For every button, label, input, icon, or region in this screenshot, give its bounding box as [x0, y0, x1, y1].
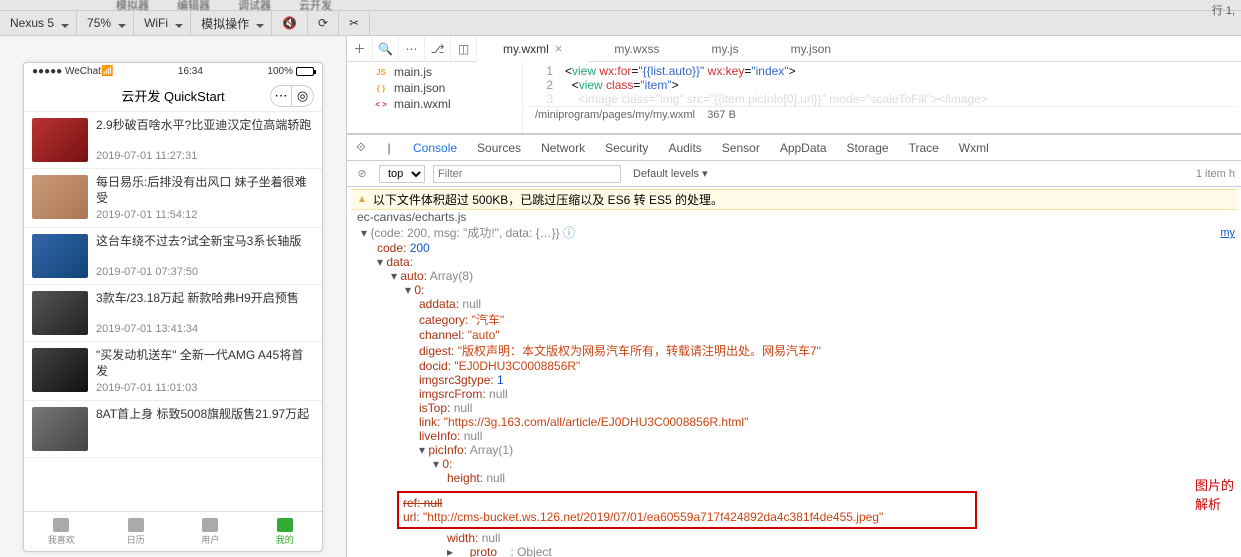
network-select[interactable]: WiFi — [134, 11, 191, 35]
tab-bar: 我喜欢日历用户我的 — [24, 511, 322, 551]
editor-tab[interactable]: my.js — [685, 36, 764, 61]
simulator-panel: ●●●●● WeChat📶 16:34 100% 云开发 QuickStart … — [0, 36, 346, 557]
devtools-tab[interactable]: Sensor — [712, 141, 770, 155]
console-warning: 以下文件体积超过 500KB，已跳过压缩以及 ES6 转 ES5 的处理。 — [351, 189, 1237, 210]
feed-time: 2019-07-01 11:54:12 — [96, 209, 314, 221]
top-menu-row-1: 模拟器编辑器调试器云开发 — [0, 0, 1241, 10]
thumbnail — [32, 291, 88, 335]
mini-navbar: 云开发 QuickStart ⋯ ◎ — [24, 80, 322, 112]
context-select[interactable]: top — [379, 165, 425, 183]
feed-list[interactable]: 2.9秒破百啥水平?比亚迪汉定位高端轿跑 2019-07-01 11:27:31… — [24, 112, 322, 511]
file-badge: < > — [373, 100, 389, 109]
sim-toolbar: Nexus 5 75% WiFi 模拟操作 🔇 ⟳ ✂ — [0, 10, 1241, 36]
tabbar-item[interactable]: 日历 — [99, 512, 174, 551]
console-toolbar: ⊘ top Default levels ▾ 1 item h — [347, 161, 1241, 187]
status-bar: ●●●●● WeChat📶 16:34 100% — [24, 63, 322, 80]
tab-icon — [202, 518, 218, 532]
devtools-tab[interactable]: Security — [595, 141, 658, 155]
mute-icon[interactable]: 🔇 — [272, 11, 308, 35]
inspect-icon[interactable]: ⟐ — [347, 140, 375, 155]
branch-icon[interactable]: ⎇ — [425, 36, 451, 62]
device-select[interactable]: Nexus 5 — [0, 11, 77, 35]
tabbar-item[interactable]: 我的 — [248, 512, 323, 551]
feed-item[interactable]: 每日易乐:后排没有出风口 妹子坐着很难受 2019-07-01 11:54:12 — [24, 169, 322, 228]
tab-icon — [128, 518, 144, 532]
feed-item[interactable]: 8AT首上身 标致5008旗舰版售21.97万起 — [24, 401, 322, 458]
code-editor[interactable]: 1<view wx:for="{{list.auto}}" wx:key="in… — [523, 62, 1241, 133]
file-badge: JS — [373, 68, 389, 77]
devtools-tab[interactable]: Trace — [899, 141, 949, 155]
feed-time: 2019-07-01 11:27:31 — [96, 150, 311, 162]
tabbar-item[interactable]: 用户 — [173, 512, 248, 551]
rotate-icon[interactable]: ⟳ — [308, 11, 339, 35]
devtools-tab[interactable]: Storage — [837, 141, 899, 155]
feed-time: 2019-07-01 11:01:03 — [96, 382, 314, 394]
tab-icon — [53, 518, 69, 532]
save-icon[interactable]: ⋯ — [399, 36, 425, 62]
file-badge: { } — [373, 84, 389, 93]
devtools-tab[interactable]: Wxml — [949, 141, 999, 155]
file-tree-item[interactable]: < >main.wxml — [351, 96, 518, 112]
annotation-label: 图片的解析 — [1195, 475, 1241, 513]
devtools-tab[interactable]: Console — [403, 141, 467, 155]
hidden-count: 1 item h — [1196, 168, 1235, 180]
feed-title: "买发动机送车" 全新一代AMG A45将首发 — [96, 348, 314, 379]
search-icon[interactable]: 🔍 — [373, 36, 399, 62]
zoom-select[interactable]: 75% — [77, 11, 134, 35]
devtools-tabs: ⟐ | ConsoleSourcesNetworkSecurityAuditsS… — [347, 135, 1241, 161]
feed-title: 每日易乐:后排没有出风口 妹子坐着很难受 — [96, 175, 314, 206]
add-icon[interactable]: ＋ — [347, 36, 373, 62]
feed-item[interactable]: "买发动机送车" 全新一代AMG A45将首发 2019-07-01 11:01… — [24, 342, 322, 401]
file-tree-item[interactable]: JSmain.js — [351, 64, 518, 80]
thumbnail — [32, 234, 88, 278]
feed-title: 8AT首上身 标致5008旗舰版售21.97万起 — [96, 407, 309, 423]
close-icon[interactable]: × — [555, 41, 563, 56]
feed-title: 3款车/23.18万起 新款哈弗H9开启预售 — [96, 291, 299, 307]
capsule-close-icon[interactable]: ◎ — [292, 85, 314, 107]
devtools-tab[interactable]: Network — [531, 141, 595, 155]
editor-tab[interactable]: my.wxss — [588, 36, 685, 61]
editor-top-bar: ＋ 🔍 ⋯ ⎇ ◫ my.wxml×my.wxssmy.jsmy.json 行 … — [347, 36, 1241, 62]
feed-time: 2019-07-01 07:37:50 — [96, 266, 301, 278]
editor-tab[interactable]: my.wxml× — [477, 36, 588, 61]
page-title: 云开发 QuickStart — [121, 86, 224, 105]
feed-item[interactable]: 3款车/23.18万起 新款哈弗H9开启预售 2019-07-01 13:41:… — [24, 285, 322, 342]
split-icon[interactable]: ◫ — [451, 36, 477, 62]
source-link[interactable]: my — [1220, 227, 1235, 239]
devtools-tab[interactable]: Audits — [658, 141, 711, 155]
console-output[interactable]: 以下文件体积超过 500KB，已跳过压缩以及 ES6 转 ES5 的处理。 ec… — [347, 187, 1241, 557]
file-tree[interactable]: JSmain.js{ }main.json< >main.wxml — [347, 62, 523, 133]
feed-time: 2019-07-01 13:41:34 — [96, 323, 299, 335]
clear-console-icon[interactable]: ⊘ — [353, 167, 371, 180]
filter-input[interactable] — [433, 165, 621, 183]
devtools-tab[interactable]: Sources — [467, 141, 531, 155]
thumbnail — [32, 118, 88, 162]
feed-title: 2.9秒破百啥水平?比亚迪汉定位高端轿跑 — [96, 118, 311, 134]
thumbnail — [32, 407, 88, 451]
devtools-tab[interactable]: AppData — [770, 141, 837, 155]
file-tree-item[interactable]: { }main.json — [351, 80, 518, 96]
status-time: 16:34 — [178, 66, 203, 77]
log-levels[interactable]: Default levels ▾ — [633, 167, 708, 180]
cut-icon[interactable]: ✂ — [339, 11, 370, 35]
feed-item[interactable]: 2.9秒破百啥水平?比亚迪汉定位高端轿跑 2019-07-01 11:27:31 — [24, 112, 322, 169]
feed-item[interactable]: 这台车绕不过去?试全新宝马3系长轴版 2019-07-01 07:37:50 — [24, 228, 322, 285]
capsule-more-icon[interactable]: ⋯ — [270, 85, 292, 107]
editor-tab[interactable]: my.json — [765, 36, 857, 61]
tab-icon — [277, 518, 293, 532]
phone-frame: ●●●●● WeChat📶 16:34 100% 云开发 QuickStart … — [23, 62, 323, 552]
feed-title: 这台车绕不过去?试全新宝马3系长轴版 — [96, 234, 301, 250]
tabbar-item[interactable]: 我喜欢 — [24, 512, 99, 551]
sim-operate-select[interactable]: 模拟操作 — [191, 11, 272, 35]
thumbnail — [32, 348, 88, 392]
highlight-box: ref: null url: "http://cms-bucket.ws.126… — [397, 491, 977, 529]
thumbnail — [32, 175, 88, 219]
